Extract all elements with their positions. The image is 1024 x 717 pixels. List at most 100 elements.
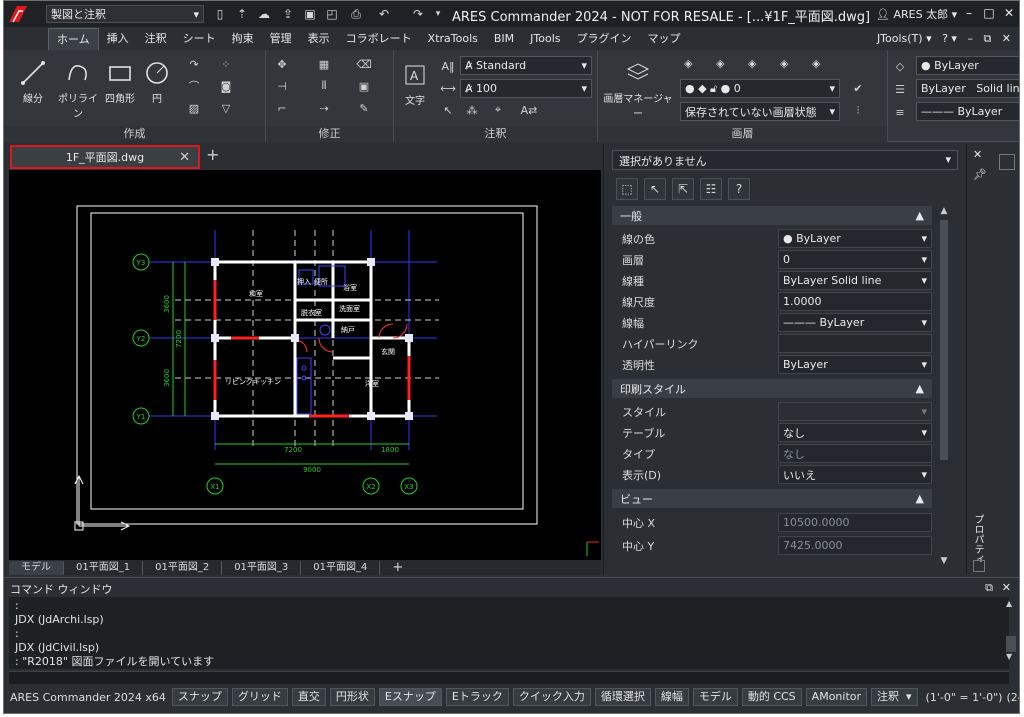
properties-side-label[interactable]: プロパティ: [971, 514, 985, 564]
close-tab-icon[interactable]: ✕: [179, 150, 190, 165]
properties-paint-icon[interactable]: ✎: [356, 100, 372, 116]
line-button[interactable]: 線分: [16, 58, 50, 105]
tab-insert[interactable]: 挿入: [99, 28, 137, 50]
lineweight-icon[interactable]: ≡: [892, 104, 908, 120]
tab-view[interactable]: 表示: [300, 28, 338, 50]
spline-icon[interactable]: ⌒: [186, 78, 202, 94]
balloon-icon[interactable]: ⌖: [490, 102, 506, 118]
amonitor-button[interactable]: AMonitor: [805, 688, 868, 706]
mirror-icon[interactable]: ⫴: [316, 78, 332, 94]
points-icon[interactable]: ⁘: [218, 56, 234, 72]
make-current-icon[interactable]: ✔: [850, 80, 866, 96]
scrollbar-thumb[interactable]: [940, 220, 948, 460]
linetype-icon[interactable]: ☰: [892, 81, 908, 97]
help-icon[interactable]: ?: [728, 178, 750, 200]
scroll-down-icon[interactable]: ▼: [1006, 652, 1018, 661]
section-view[interactable]: ビュー ▲: [612, 489, 932, 508]
fillet-icon[interactable]: ⌐: [274, 100, 290, 116]
linetype-dropdown[interactable]: ByLayer Solid lin: [916, 79, 1019, 98]
properties-panel-icon[interactable]: [999, 154, 1015, 170]
tab-jtools[interactable]: JTools: [522, 28, 568, 50]
close-command-icon[interactable]: ✕: [1002, 581, 1011, 594]
jtools-menu[interactable]: JTools(T) ▾ ? ▾ – ⧉ ✕: [877, 32, 1011, 46]
layer-walk-icon[interactable]: ⫶: [850, 103, 866, 119]
close-button[interactable]: ✕: [1000, 3, 1018, 23]
tab-constraints[interactable]: 拘束: [224, 28, 262, 50]
prop-value-layer[interactable]: 0 ▾: [778, 250, 932, 269]
float-window-icon[interactable]: ⧉: [985, 581, 993, 595]
tab-plugins[interactable]: プラグイン: [569, 28, 640, 50]
text-style-icon[interactable]: A⇄: [516, 102, 542, 118]
array-icon[interactable]: ▦: [316, 56, 332, 72]
quick-select-icon[interactable]: ⬚: [616, 178, 638, 200]
move-icon[interactable]: ✥: [274, 56, 290, 72]
scroll-up-icon[interactable]: ▲: [1006, 599, 1018, 608]
prop-value-hyperlink[interactable]: [778, 334, 932, 353]
command-input[interactable]: [9, 671, 1009, 684]
select-objects-icon[interactable]: ↖: [644, 178, 666, 200]
dimension-icon[interactable]: ⟷: [440, 80, 456, 96]
new-file-icon[interactable]: ▯: [210, 5, 230, 23]
table-icon[interactable]: ⁂: [464, 102, 480, 118]
hatch-icon[interactable]: ▨: [186, 100, 202, 116]
arc-icon[interactable]: ↷: [186, 56, 202, 72]
tab-bim[interactable]: BIM: [486, 28, 522, 50]
filter-selection-icon[interactable]: ☷: [700, 178, 722, 200]
properties-scrollbar[interactable]: ▲ ▼: [937, 206, 951, 566]
user-account[interactable]: 👤︎ ARES 太郎 ▾: [876, 6, 957, 22]
redo-icon[interactable]: ↷: [408, 5, 428, 23]
prop-value-table[interactable]: なし ▾: [778, 423, 932, 442]
grid-button[interactable]: グリッド: [231, 688, 288, 706]
tab-xtratools[interactable]: XtraTools: [420, 28, 486, 50]
layer-dropdown[interactable]: ● ◆ 🔓︎ ● 0 ▾: [680, 79, 840, 98]
section-plotstyle[interactable]: 印刷スタイル ▲: [612, 379, 932, 398]
model-button[interactable]: モデル: [692, 688, 738, 706]
undo-icon[interactable]: ↶: [374, 5, 394, 23]
prop-value-linescale[interactable]: 1.0000: [778, 292, 932, 311]
polyline-button[interactable]: ポリライン: [56, 58, 100, 120]
etrack-button[interactable]: Eトラック: [445, 688, 509, 706]
ortho-button[interactable]: 直交: [291, 688, 326, 706]
prop-value-transparency[interactable]: ByLayer ▾: [778, 355, 932, 374]
document-tab[interactable]: 1F_平面図.dwg ✕: [10, 145, 200, 169]
open-file-icon[interactable]: ⇡: [232, 5, 252, 23]
ares-logo-icon[interactable]: [4, 1, 32, 27]
add-layout-icon[interactable]: +: [380, 561, 415, 575]
layout-tab-2[interactable]: 01平面図_2: [143, 561, 223, 575]
dynamic-ccs-button[interactable]: 動的 CCS: [741, 688, 802, 706]
erase-icon[interactable]: ⌫: [356, 56, 372, 72]
snap-button[interactable]: スナップ: [171, 688, 228, 706]
esnap-button[interactable]: Eスナップ: [378, 688, 442, 706]
scroll-up-icon[interactable]: ▲: [937, 206, 951, 216]
layer-tools-icon[interactable]: ◈ ◈ ◈ ◈ ◈: [684, 55, 834, 71]
save-as-icon[interactable]: ◰: [322, 5, 342, 23]
tab-collaborate[interactable]: コラボレート: [338, 28, 420, 50]
workspace-select[interactable]: 製図と注釈 ▾: [46, 5, 204, 23]
selection-dropdown[interactable]: 選択がありません ▾: [612, 150, 958, 170]
cloud-open-icon[interactable]: ☁: [254, 5, 274, 23]
tab-manage[interactable]: 管理: [262, 28, 300, 50]
panel-toggle-icon[interactable]: [973, 560, 985, 572]
text-button[interactable]: A 文字: [398, 60, 432, 107]
layout-tab-4[interactable]: 01平面図_4: [301, 561, 381, 575]
circle-button[interactable]: 円: [140, 58, 174, 105]
layout-tab-model[interactable]: モデル: [9, 561, 64, 575]
print-icon[interactable]: ⎙: [346, 5, 366, 23]
prop-value-display[interactable]: いいえ ▾: [778, 465, 932, 484]
region-icon[interactable]: ◙: [218, 78, 234, 94]
cycle-select-button[interactable]: 循環選択: [594, 688, 651, 706]
trim-icon[interactable]: ⊣: [274, 78, 290, 94]
tab-annotate[interactable]: 注釈: [137, 28, 175, 50]
text-style-dropdown[interactable]: A̷ Standard ▾: [460, 56, 592, 75]
tab-sheet[interactable]: シート: [175, 28, 224, 50]
stretch-icon[interactable]: ⇢: [316, 100, 332, 116]
toggle-pickadd-icon[interactable]: ⇱: [672, 178, 694, 200]
lineweight-button[interactable]: 線幅: [654, 688, 689, 706]
polar-button[interactable]: 円形状: [329, 688, 375, 706]
dim-style-dropdown[interactable]: A̷ 100 ▾: [460, 79, 592, 98]
minimize-button[interactable]: –: [960, 3, 978, 23]
prop-value-linetype[interactable]: ByLayer Solid line ▾: [778, 271, 932, 290]
leader-icon[interactable]: ↖: [440, 102, 456, 118]
explode-icon[interactable]: ▣: [356, 78, 372, 94]
save-icon[interactable]: ▣: [300, 5, 320, 23]
